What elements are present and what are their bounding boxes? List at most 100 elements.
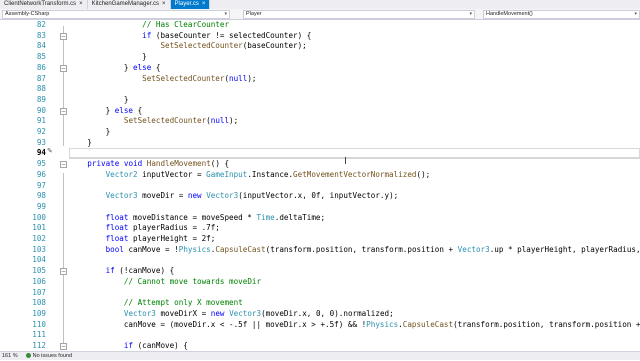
- project-dropdown[interactable]: Assembly-CSharp ▾: [2, 10, 230, 19]
- code-token: (baseCounter != selectedCounter) {: [151, 30, 312, 40]
- code-line[interactable]: 90 − } else {: [0, 106, 640, 117]
- code-line[interactable]: 91 SetSelectedCounter(null);: [0, 116, 640, 127]
- code-text: // Attempt only X movement: [69, 298, 243, 309]
- code-text: Vector3 moveDir = new Vector3(inputVecto…: [69, 191, 399, 202]
- code-editor[interactable]: 82 // Has ClearCounter 83− if (baseCounte…: [0, 20, 640, 350]
- code-token: }: [69, 137, 92, 147]
- code-line[interactable]: 112 − if (canMove) {: [0, 341, 640, 350]
- collapse-icon[interactable]: −: [60, 161, 67, 169]
- current-line-highlight: [69, 148, 640, 159]
- collapse-icon[interactable]: −: [60, 343, 67, 350]
- close-icon[interactable]: ×: [162, 0, 166, 9]
- code-line[interactable]: 83 − if (baseCounter != selectedCounter) …: [0, 31, 640, 42]
- line-number: 109: [32, 308, 46, 318]
- code-line[interactable]: 106 // Cannot move towards moveDir: [0, 277, 640, 288]
- tab-label: KitchenGameManager.cs: [91, 1, 160, 7]
- code-line[interactable]: 97: [0, 181, 640, 192]
- code-line[interactable]: 105 − if (!canMove) {: [0, 266, 640, 277]
- collapse-icon[interactable]: −: [60, 64, 67, 72]
- code-line[interactable]: 87 SetSelectedCounter(null);: [0, 74, 640, 85]
- close-icon[interactable]: ×: [202, 0, 206, 9]
- code-line[interactable]: 107: [0, 288, 640, 299]
- status-bar: 161 % No issues found: [0, 351, 640, 360]
- code-token: if: [105, 266, 115, 276]
- code-line[interactable]: 85 }: [0, 52, 640, 63]
- code-text: bool canMove = !Physics.CapsuleCast(tran…: [69, 245, 640, 256]
- line-number: 95: [36, 159, 46, 169]
- code-line[interactable]: 110 canMove = (moveDir.x < -.5f || moveD…: [0, 320, 640, 331]
- line-number: 100: [32, 212, 46, 222]
- collapse-icon[interactable]: −: [60, 32, 67, 40]
- code-token: moveDirX =: [155, 308, 211, 318]
- code-line[interactable]: 111: [0, 330, 640, 341]
- line-number: 112: [32, 341, 46, 350]
- code-token: }: [69, 127, 111, 136]
- collapse-icon[interactable]: −: [60, 268, 67, 276]
- line-number: 102: [32, 234, 46, 243]
- code-text: Vector3 moveDirX = new Vector3(moveDir.x…: [69, 309, 394, 320]
- zoom-level[interactable]: 161 %: [2, 352, 18, 360]
- code-token: }: [69, 105, 115, 115]
- line-number: 98: [36, 191, 46, 201]
- code-line[interactable]: 95 − private void HandleMovement() {: [0, 159, 640, 170]
- code-token: }: [69, 94, 129, 104]
- code-token: );: [229, 116, 239, 126]
- code-line[interactable]: 88: [0, 84, 640, 95]
- code-token: GetMovementVectorNormalized: [293, 169, 417, 179]
- code-line[interactable]: 108 // Attempt only X movement: [0, 298, 640, 309]
- tab-0[interactable]: ClientNetworkTransform.cs ×: [0, 0, 88, 9]
- code-token: HandleMovement: [146, 159, 211, 169]
- class-label: Player: [246, 11, 262, 17]
- code-text: SetSelectedCounter(null);: [69, 116, 238, 127]
- member-dropdown[interactable]: HandleMovement() ▾: [483, 10, 640, 19]
- code-text: // Cannot move towards moveDir: [69, 277, 261, 288]
- code-line[interactable]: 96 Vector2 inputVector = GameInput.Insta…: [0, 170, 640, 181]
- code-line[interactable]: 82 // Has ClearCounter: [0, 20, 640, 31]
- project-label: Assembly-CSharp: [5, 11, 50, 17]
- line-number: 88: [36, 84, 46, 94]
- line-number: 84: [36, 41, 46, 51]
- code-line[interactable]: 98 Vector3 moveDir = new Vector3(inputVe…: [0, 191, 640, 202]
- tab-2[interactable]: Player.cs ×: [170, 0, 211, 9]
- issues-indicator[interactable]: No issues found: [25, 352, 72, 360]
- code-line[interactable]: 89 }: [0, 95, 640, 106]
- code-line[interactable]: 109 Vector3 moveDirX = new Vector3(moveD…: [0, 309, 640, 320]
- line-number: 106: [32, 276, 46, 286]
- code-token: canMove = (moveDir.x < -.5f || moveDir.x…: [69, 319, 367, 329]
- class-dropdown[interactable]: Player ▾: [243, 10, 475, 19]
- code-line[interactable]: 86 − } else {: [0, 63, 640, 74]
- code-line[interactable]: 84 SetSelectedCounter(baseCounter);: [0, 41, 640, 52]
- code-token: CapsuleCast: [215, 244, 266, 254]
- code-token: (inputVector.x, 0f, inputVector.y);: [238, 191, 399, 201]
- close-icon[interactable]: ×: [79, 0, 83, 9]
- code-line[interactable]: 92 }: [0, 127, 640, 138]
- code-line[interactable]: 103 bool canMove = !Physics.CapsuleCast(…: [0, 245, 640, 256]
- code-line[interactable]: 101 float playerRadius = .7f;: [0, 223, 640, 234]
- code-token: {: [151, 62, 161, 72]
- code-line[interactable]: 104: [0, 255, 640, 266]
- code-token: else: [133, 62, 152, 72]
- quick-actions-icon[interactable]: ✎: [47, 147, 53, 155]
- code-line[interactable]: 93 }: [0, 138, 640, 149]
- code-line[interactable]: 102 float playerHeight = 2f;: [0, 234, 640, 245]
- text-cursor: [345, 157, 346, 164]
- code-token: (baseCounter);: [242, 41, 307, 51]
- line-number: 94: [36, 148, 46, 158]
- collapse-icon[interactable]: −: [60, 107, 67, 115]
- code-line[interactable]: 100 float moveDistance = moveSpeed * Tim…: [0, 213, 640, 224]
- code-line[interactable]: 99: [0, 202, 640, 213]
- code-text: if (!canMove) {: [69, 266, 175, 277]
- line-number: 103: [32, 244, 46, 254]
- code-text: private void HandleMovement() {: [69, 159, 229, 170]
- tab-1[interactable]: KitchenGameManager.cs ×: [88, 0, 171, 9]
- code-text: }: [69, 138, 92, 149]
- code-token: Vector3: [105, 191, 138, 201]
